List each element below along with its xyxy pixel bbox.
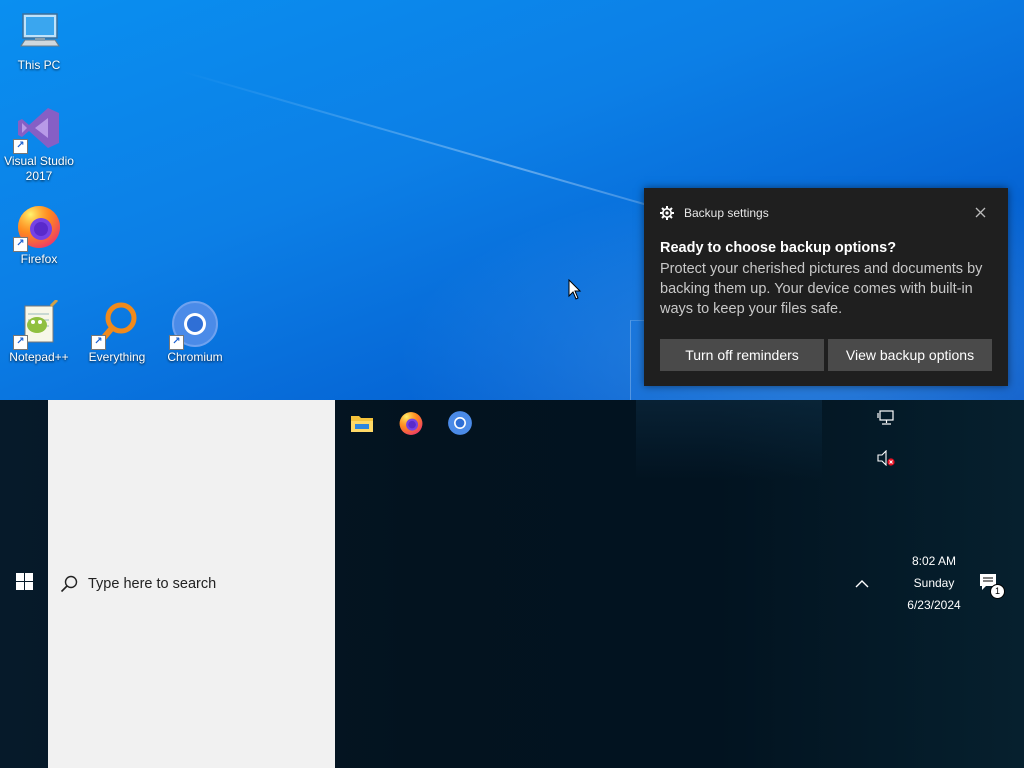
chromium-icon	[447, 410, 473, 441]
file-explorer-icon	[350, 412, 374, 439]
tray-volume[interactable]	[874, 449, 898, 471]
desktop-icon-firefox[interactable]: ↗ Firefox	[0, 202, 78, 267]
desktop-icon-everything[interactable]: ↗ Everything	[78, 300, 156, 365]
desktop-icon-label: This PC	[17, 58, 61, 72]
taskbar-clock[interactable]: 8:02 AM Sunday 6/23/2024	[896, 550, 972, 616]
toast-header: Backup settings	[660, 206, 769, 220]
close-icon[interactable]	[972, 204, 988, 220]
desktop: This PC ↗ Visual Studio 2017 ↗ Firefox ↗…	[0, 0, 1024, 400]
chevron-up-icon	[855, 575, 869, 593]
gear-icon	[660, 206, 674, 220]
shortcut-arrow-icon: ↗	[91, 335, 106, 350]
show-hidden-icons-button[interactable]	[850, 574, 874, 594]
start-button[interactable]	[0, 400, 48, 768]
volume-muted-icon	[876, 449, 896, 471]
desktop-icon-label: Notepad++	[9, 350, 69, 364]
taskbar: Type here to search 8:02 AM Sunday 6/23/…	[0, 400, 1024, 768]
search-placeholder: Type here to search	[88, 576, 217, 592]
firefox-icon	[398, 410, 424, 441]
clock-time: 8:02 AM	[911, 554, 957, 568]
mouse-cursor-icon	[568, 278, 582, 306]
clock-date: 6/23/2024	[907, 598, 961, 612]
taskbar-file-explorer[interactable]	[342, 405, 382, 445]
backup-notification-toast[interactable]: Backup settings Ready to choose backup o…	[644, 188, 1008, 386]
shortcut-arrow-icon: ↗	[13, 237, 28, 252]
desktop-icon-visual-studio[interactable]: ↗ Visual Studio 2017	[0, 104, 78, 184]
everything-search-icon: ↗	[91, 300, 141, 350]
desktop-icon-label: Firefox	[20, 252, 58, 266]
action-center-button[interactable]: 1	[978, 572, 1006, 600]
toast-body: Protect your cherished pictures and docu…	[660, 261, 983, 317]
desktop-icon-label: Everything	[88, 350, 146, 364]
toast-title: Ready to choose backup options?	[660, 240, 897, 256]
visual-studio-icon: ↗	[13, 104, 63, 154]
view-backup-options-button[interactable]: View backup options	[828, 339, 992, 371]
search-box[interactable]: Type here to search	[48, 400, 335, 768]
turn-off-reminders-button[interactable]: Turn off reminders	[660, 339, 824, 371]
taskbar-chromium[interactable]	[440, 405, 480, 445]
desktop-icon-notepadpp[interactable]: ↗ Notepad++	[0, 298, 78, 365]
wallpaper-reflection	[636, 400, 822, 480]
desktop-icon-chromium[interactable]: ↗ Chromium	[156, 300, 234, 365]
windows-logo-icon	[15, 573, 33, 595]
notification-count-badge: 1	[990, 584, 1005, 599]
toast-app-name: Backup settings	[684, 206, 769, 220]
notepadpp-icon: ↗	[13, 298, 63, 350]
clock-day: Sunday	[913, 576, 955, 590]
computer-icon	[15, 8, 63, 56]
search-icon	[60, 575, 78, 598]
shortcut-arrow-icon: ↗	[13, 335, 28, 350]
network-icon	[877, 409, 895, 431]
chromium-icon: ↗	[169, 300, 219, 350]
desktop-icon-label: Chromium	[167, 350, 223, 364]
desktop-icon-label: Visual Studio 2017	[4, 154, 74, 183]
firefox-icon: ↗	[13, 202, 63, 252]
tray-network[interactable]	[874, 409, 898, 431]
shortcut-arrow-icon: ↗	[169, 335, 184, 350]
taskbar-firefox[interactable]	[391, 405, 431, 445]
desktop-icon-this-pc[interactable]: This PC	[0, 8, 78, 73]
shortcut-arrow-icon: ↗	[13, 139, 28, 154]
